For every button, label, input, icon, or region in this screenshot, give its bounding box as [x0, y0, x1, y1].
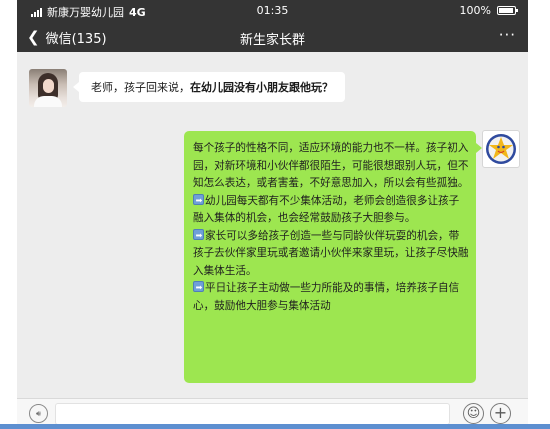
voice-icon[interactable]: 🔊︎ — [29, 404, 48, 423]
message-paragraph-text: 每个孩子的性格不同，适应环境的能力也不一样。孩子初入园，对新环境和小伙伴都很陌生… — [193, 142, 469, 189]
message-paragraph: 平日让孩子主动做一些力所能及的事情，培养孩子自信心，鼓励他大胆参与集体活动 — [193, 279, 469, 315]
avatar-face — [43, 79, 54, 93]
message-paragraph: 幼儿园每天都有不少集体活动，老师会创造很多让孩子融入集体的机会，也会经常鼓励孩子… — [193, 192, 469, 228]
screenshot-frame: 新康万婴幼儿园 4G 01:35 100% ❮ 微信(135) 新生家长群 ··… — [0, 0, 550, 429]
chat-title: 新生家长群 — [239, 33, 305, 48]
arrow-right-box-icon — [193, 227, 204, 244]
message-paragraph-text: 家长可以多给孩子创造一些与同龄伙伴玩耍的机会，带孩子去伙伴家里玩或者邀请小伙伴来… — [193, 229, 469, 277]
message-paragraph-text: 平日让孩子主动做一些力所能及的事情，培养孩子自信心，鼓励他大胆参与集体活动 — [193, 282, 460, 312]
arrow-right-box-icon — [193, 279, 204, 297]
arrow-right-box-icon — [193, 192, 204, 209]
chat-header: ❮ 微信(135) 新生家长群 ··· — [17, 22, 528, 52]
my-avatar[interactable] — [482, 130, 520, 168]
window-bottom-edge — [0, 424, 550, 429]
plus-icon[interactable]: + — [490, 403, 511, 424]
status-right: 100% — [459, 4, 518, 17]
avatar-body — [34, 96, 62, 107]
message-paragraph: 家长可以多给孩子创造一些与同龄伙伴玩耍的机会，带孩子去伙伴家里玩或者邀请小伙伴来… — [193, 227, 469, 281]
status-bar: 新康万婴幼儿园 4G 01:35 100% — [17, 0, 528, 22]
incoming-message-text: 老师，孩子回来说， — [91, 81, 190, 94]
status-time: 01:35 — [256, 4, 289, 17]
message-paragraph-text: 幼儿园每天都有不少集体活动，老师会创造很多让孩子融入集体的机会，也会经常鼓励孩子… — [193, 194, 460, 225]
message-input[interactable] — [55, 403, 450, 425]
school-logo-icon — [486, 134, 516, 164]
battery-icon — [497, 6, 518, 15]
more-options-button[interactable]: ··· — [499, 26, 516, 44]
emoji-icon[interactable]: ☺︎ — [463, 403, 484, 424]
battery-percent: 100% — [459, 4, 491, 17]
incoming-message-bubble[interactable]: 老师，孩子回来说， 在幼儿园没有小朋友跟他玩？ — [73, 72, 345, 102]
incoming-message-bold: 在幼儿园没有小朋友跟他玩？ — [190, 81, 333, 94]
phone-screen: 新康万婴幼儿园 4G 01:35 100% ❮ 微信(135) 新生家长群 ··… — [17, 0, 528, 429]
outgoing-message-bubble[interactable]: 每个孩子的性格不同，适应环境的能力也不一样。孩子初入园，对新环境和小伙伴都很陌生… — [184, 131, 482, 383]
message-paragraph: 每个孩子的性格不同，适应环境的能力也不一样。孩子初入园，对新环境和小伙伴都很陌生… — [193, 140, 469, 193]
sender-avatar[interactable] — [29, 69, 67, 107]
